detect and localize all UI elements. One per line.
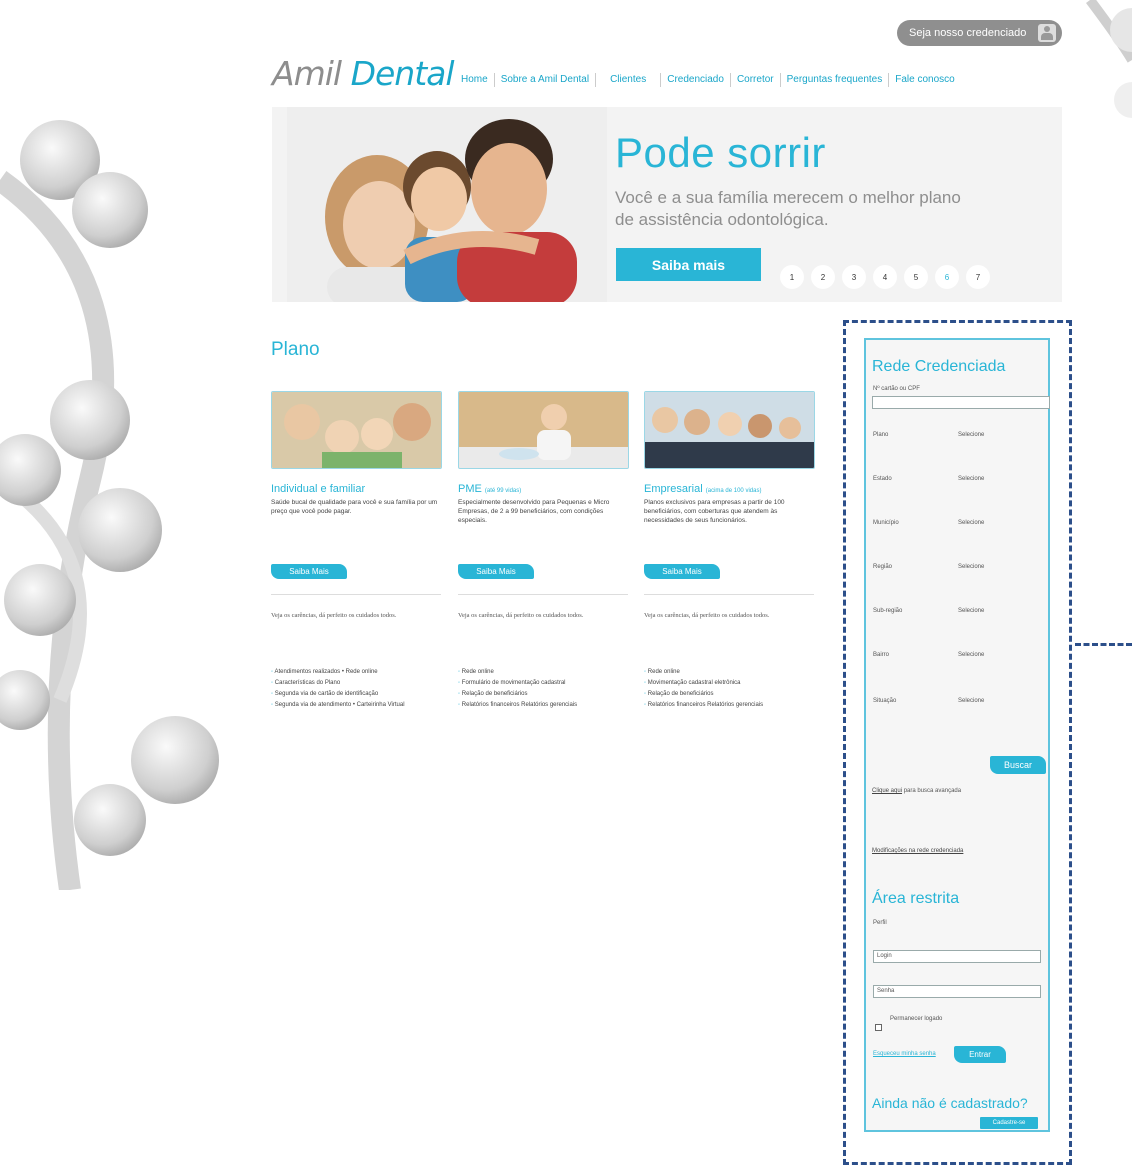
nav-sobre[interactable]: Sobre a Amil Dental bbox=[495, 73, 597, 87]
plan-title: PME (até 99 vidas) bbox=[458, 483, 522, 495]
pager-dot[interactable]: 4 bbox=[873, 265, 897, 289]
plan-link[interactable]: Características do Plano bbox=[271, 678, 446, 689]
filter-bairro[interactable]: Bairro Selecione bbox=[873, 652, 1043, 658]
pager-dot[interactable]: 7 bbox=[966, 265, 990, 289]
plan-link[interactable]: Rede online bbox=[644, 667, 819, 678]
cpf-input[interactable] bbox=[872, 396, 1050, 409]
plan-links: Atendimentos realizados • Rede online Ca… bbox=[271, 667, 446, 711]
pager-dot[interactable]: 5 bbox=[904, 265, 928, 289]
plan-saiba-mais-button[interactable]: Saiba Mais bbox=[644, 564, 720, 579]
plan-link[interactable]: Segunda via de cartão de identificação bbox=[271, 689, 446, 700]
pager-dot[interactable]: 3 bbox=[842, 265, 866, 289]
user-icon bbox=[1038, 24, 1056, 42]
perfil-label: Perfil bbox=[873, 920, 887, 926]
plan-saiba-mais-button[interactable]: Saiba Mais bbox=[458, 564, 534, 579]
hero-subtitle: Você e a sua família merecem o melhor pl… bbox=[615, 188, 961, 229]
filter-plano[interactable]: Plano Selecione bbox=[873, 432, 1043, 438]
plan-image bbox=[644, 391, 815, 469]
plan-links: Rede online Formulário de movimentação c… bbox=[458, 667, 633, 711]
area-restrita-title: Área restrita bbox=[872, 890, 960, 907]
clique-aqui-link[interactable]: Clique aqui bbox=[872, 788, 902, 794]
plan-links: Rede online Movimentação cadastral eletr… bbox=[644, 667, 819, 711]
pager-dot-active[interactable]: 6 bbox=[935, 265, 959, 289]
hero-title: Pode sorrir bbox=[615, 129, 826, 176]
plan-card-pme: PME (até 99 vidas) Especialmente desenvo… bbox=[458, 391, 633, 711]
logo-dental: Dental bbox=[350, 54, 455, 93]
right-decorative-art bbox=[1085, 0, 1132, 118]
logo-amil: Amil bbox=[272, 54, 342, 93]
nav-clientes[interactable]: Clientes bbox=[596, 73, 662, 87]
plan-link[interactable]: Formulário de movimentação cadastral bbox=[458, 678, 633, 689]
buscar-button[interactable]: Buscar bbox=[990, 756, 1046, 774]
filter-municipio[interactable]: Município Selecione bbox=[873, 520, 1043, 526]
plan-description: Saúde bucal de qualidade para você e sua… bbox=[271, 499, 438, 515]
plan-note: Veja os carências, dá perfeito os cuidad… bbox=[644, 612, 770, 619]
amil-dental-logo[interactable]: Amil Dental bbox=[272, 54, 455, 93]
plan-note: Veja os carências, dá perfeito os cuidad… bbox=[271, 612, 397, 619]
plan-link[interactable]: Relação de beneficiários bbox=[644, 689, 819, 700]
plan-card-empresarial: Empresarial (acima de 100 vidas) Planos … bbox=[644, 391, 819, 711]
background-molecule-art bbox=[0, 120, 219, 890]
nav-credenciado[interactable]: Credenciado bbox=[661, 73, 731, 87]
nav-fale-conosco[interactable]: Fale conosco bbox=[889, 73, 960, 87]
cpf-label: Nº cartão ou CPF bbox=[873, 386, 920, 392]
busca-avancada-text: Clique aqui para busca avançada bbox=[872, 788, 962, 794]
plan-description: Especialmente desenvolvido para Pequenas… bbox=[458, 499, 610, 524]
esqueci-senha-link[interactable]: Esqueceu minha senha bbox=[873, 1051, 936, 1057]
pager-dot[interactable]: 2 bbox=[811, 265, 835, 289]
plan-title: Individual e familiar bbox=[271, 483, 366, 495]
main-nav: Home Sobre a Amil Dental Clientes Creden… bbox=[455, 73, 961, 87]
plano-title: Plano bbox=[271, 339, 320, 360]
plan-link[interactable]: Atendimentos realizados • Rede online bbox=[271, 667, 446, 678]
sidebar-panel: Rede Credenciada Nº cartão ou CPF Plano S… bbox=[864, 338, 1050, 1132]
permanecer-checkbox[interactable] bbox=[875, 1024, 882, 1031]
plan-title: Empresarial (acima de 100 vidas) bbox=[644, 483, 762, 495]
plan-note: Veja os carências, dá perfeito os cuidad… bbox=[458, 612, 584, 619]
filter-regiao[interactable]: Região Selecione bbox=[873, 564, 1043, 570]
login-input[interactable]: Login bbox=[873, 950, 1041, 963]
plan-link[interactable]: Movimentação cadastral eletrônica bbox=[644, 678, 819, 689]
senha-input[interactable]: Senha bbox=[873, 985, 1041, 998]
plan-saiba-mais-button[interactable]: Saiba Mais bbox=[271, 564, 347, 579]
plan-image bbox=[458, 391, 629, 469]
filter-sub-regiao[interactable]: Sub-região Selecione bbox=[873, 608, 1043, 614]
nav-perguntas[interactable]: Perguntas frequentes bbox=[781, 73, 890, 87]
nav-corretor[interactable]: Corretor bbox=[731, 73, 781, 87]
plan-link[interactable]: Segunda via de atendimento • Carteirinha… bbox=[271, 700, 446, 711]
credenciado-label: Seja nosso credenciado bbox=[909, 27, 1027, 39]
filter-estado[interactable]: Estado Selecione bbox=[873, 476, 1043, 482]
rede-credenciada-title: Rede Credenciada bbox=[872, 358, 1006, 375]
credenciado-button[interactable]: Seja nosso credenciado bbox=[897, 20, 1062, 46]
plan-link[interactable]: Relatórios financeiros Relatórios gerenc… bbox=[644, 700, 819, 711]
family-photo bbox=[287, 107, 607, 302]
cadastro-title: Ainda não é cadastrado? bbox=[872, 1095, 1028, 1111]
plan-image bbox=[271, 391, 442, 469]
plan-description: Planos exclusivos para empresas a partir… bbox=[644, 499, 785, 524]
modificacoes-link[interactable]: Modificações na rede credenciada bbox=[872, 848, 963, 854]
hero-pager: 1 2 3 4 5 6 7 bbox=[780, 265, 990, 289]
hero-banner: Pode sorrir Você e a sua família merecem… bbox=[272, 107, 1062, 302]
nav-home[interactable]: Home bbox=[455, 73, 495, 87]
hero-saiba-mais-button[interactable]: Saiba mais bbox=[616, 248, 761, 281]
entrar-button[interactable]: Entrar bbox=[954, 1046, 1006, 1063]
divider bbox=[458, 594, 628, 595]
pager-dot[interactable]: 1 bbox=[780, 265, 804, 289]
cadastre-se-button[interactable]: Cadastre-se bbox=[980, 1117, 1038, 1129]
filter-situacao[interactable]: Situação Selecione bbox=[873, 698, 1043, 704]
plan-link[interactable]: Rede online bbox=[458, 667, 633, 678]
annotation-connector-line bbox=[1075, 643, 1132, 646]
plan-link[interactable]: Relatórios financeiros Relatórios gerenc… bbox=[458, 700, 633, 711]
plan-card-individual: Individual e familiar Saúde bucal de qua… bbox=[271, 391, 446, 711]
divider bbox=[271, 594, 441, 595]
plan-link[interactable]: Relação de beneficiários bbox=[458, 689, 633, 700]
permanecer-label: Permanecer logado bbox=[890, 1016, 943, 1022]
divider bbox=[644, 594, 814, 595]
